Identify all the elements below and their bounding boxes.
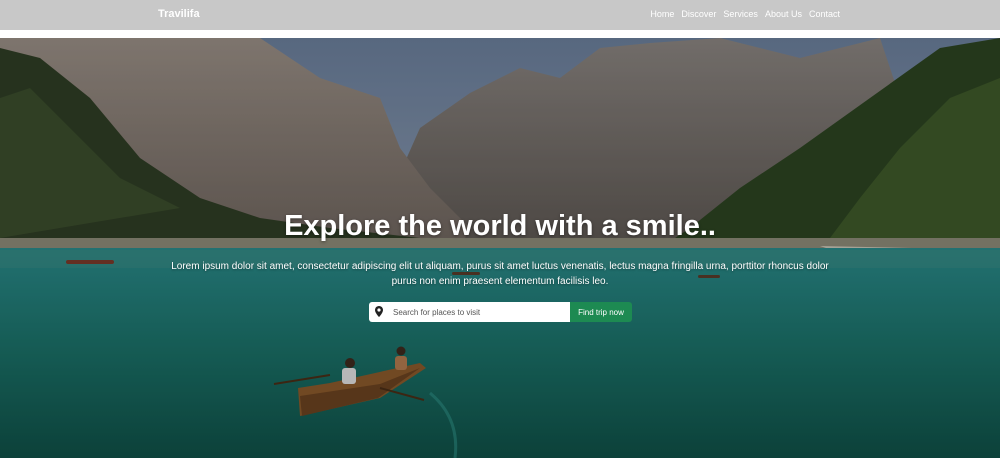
nav-home[interactable]: Home xyxy=(650,9,674,19)
find-trip-button[interactable]: Find trip now xyxy=(570,302,632,322)
map-pin-icon xyxy=(375,306,383,317)
hero-section: Explore the world with a smile.. Lorem i… xyxy=(0,38,1000,458)
search-box xyxy=(369,302,570,322)
hero-title: Explore the world with a smile.. xyxy=(284,210,716,242)
search-input[interactable] xyxy=(393,307,563,317)
brand-logo[interactable]: Travilifa xyxy=(158,8,200,20)
nav-links: Home Discover Services About Us Contact xyxy=(643,9,840,19)
nav-discover[interactable]: Discover xyxy=(681,9,716,19)
nav-contact[interactable]: Contact xyxy=(809,9,840,19)
nav-services[interactable]: Services xyxy=(723,9,758,19)
navbar: Travilifa Home Discover Services About U… xyxy=(0,0,1000,30)
hero-overlay xyxy=(0,38,1000,458)
trip-search-form: Find trip now xyxy=(369,302,632,322)
hero-description: Lorem ipsum dolor sit amet, consectetur … xyxy=(171,261,829,287)
nav-about-us[interactable]: About Us xyxy=(765,9,802,19)
